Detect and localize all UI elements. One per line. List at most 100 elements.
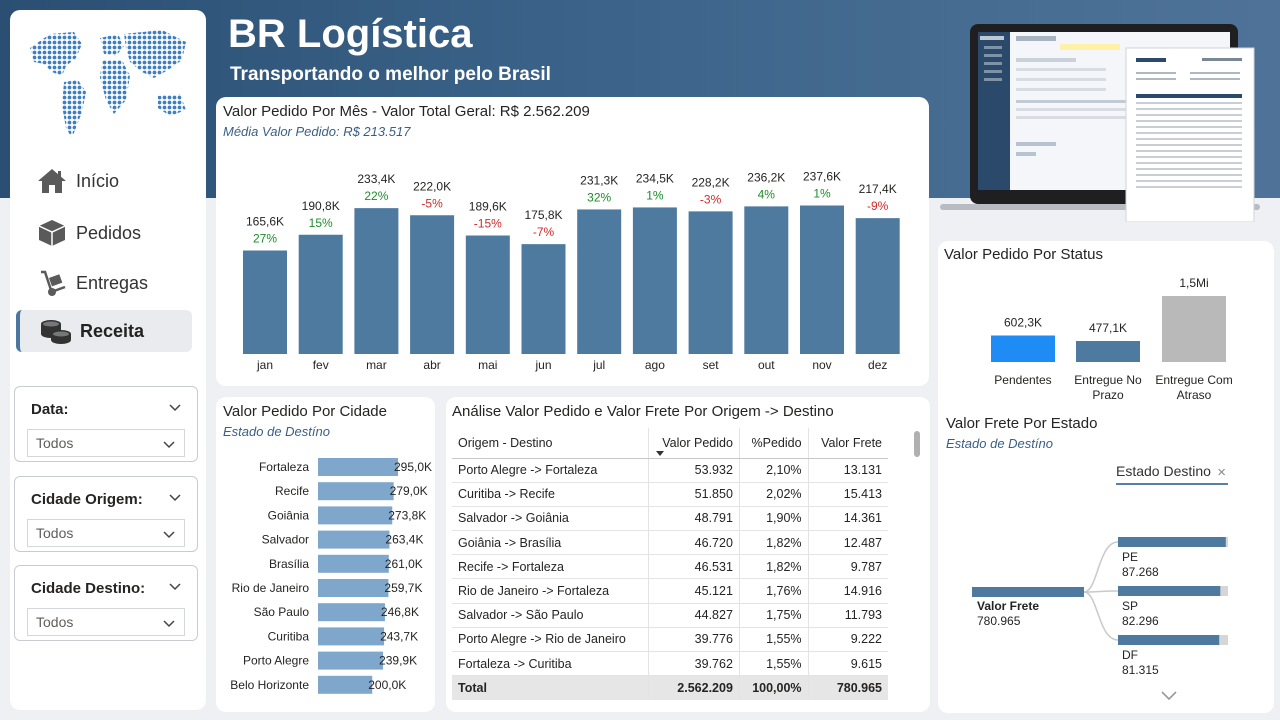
bar-fev[interactable] (298, 234, 343, 354)
x-tick-label: jan (256, 358, 273, 372)
bar-mar[interactable] (354, 208, 399, 354)
table-title: Análise Valor Pedido e Valor Frete Por O… (452, 403, 834, 420)
bar-jan[interactable] (243, 250, 287, 355)
bar-ago[interactable] (632, 207, 677, 354)
status-freight-card: Valor Pedido Por Status 602,3K Pendentes 4… (938, 241, 1274, 713)
table-row[interactable]: Salvador -> Goiânia 48.791 1,90% 14.361 (452, 506, 888, 532)
filter-cidade-destino: Cidade Destino: Todos (14, 565, 198, 641)
filter-cidade-destino-select[interactable]: Todos (27, 608, 185, 636)
tree-node-bar[interactable] (1118, 537, 1226, 547)
table-row[interactable]: Fortaleza -> Curitiba 39.762 1,55% 9.615 (452, 651, 888, 677)
monthly-bar-chart: 165,6K 27% jan 190,8K 15% fev 233,4K 22% mar 222,… (243, 170, 900, 372)
y-tick-label: Recife (275, 484, 309, 498)
dropdown-chevron-icon (163, 531, 175, 539)
table-cell: 9.787 (807, 554, 888, 580)
table-cell: Porto Alegre -> Rio de Janeiro (452, 627, 649, 653)
bar-city[interactable] (318, 627, 385, 646)
table-cell: Salvador -> São Paulo (452, 603, 649, 628)
table-cell: 44.827 (647, 603, 740, 628)
data-label: 165,6K (246, 215, 284, 229)
table-cell: 46.531 (647, 554, 740, 580)
bar-city[interactable] (318, 554, 389, 573)
tree-root-label: Valor Frete (977, 599, 1039, 613)
table-cell: Salvador -> Goiânia (452, 506, 649, 532)
city-chart-card: Valor Pedido Por Cidade Estado de Destín… (216, 397, 435, 712)
nav-receita[interactable]: Receita (16, 310, 192, 352)
tree-node-value: 81.315 (1122, 663, 1159, 677)
bar-set[interactable] (688, 211, 733, 354)
bar-abr[interactable] (410, 215, 455, 354)
nav-pedidos[interactable]: Pedidos (16, 212, 192, 254)
filter-cidade-origem: Cidade Origem: Todos (14, 476, 198, 552)
table-total-row[interactable]: Total 2.562.209 100,00% 780.965 (452, 675, 888, 700)
bar-city[interactable] (318, 675, 373, 694)
nav-inicio[interactable]: Início (16, 160, 192, 202)
table-row[interactable]: Recife -> Fortaleza 46.531 1,82% 9.787 (452, 554, 888, 580)
x-tick-label: nov (812, 358, 831, 372)
table-cell: 13.131 (807, 458, 888, 483)
tree-node-label: SP (1122, 599, 1138, 613)
bar-dez[interactable] (855, 218, 900, 354)
filter-data-select[interactable]: Todos (27, 429, 185, 457)
origin-destination-table-card: Análise Valor Pedido e Valor Frete Por O… (446, 397, 930, 712)
bar-city[interactable] (318, 458, 398, 476)
data-label: 261,0K (385, 557, 423, 571)
chevron-down-icon[interactable] (167, 399, 183, 415)
table-row[interactable]: Curitiba -> Recife 51.850 2,02% 15.413 (452, 482, 888, 507)
bar-nov[interactable] (800, 205, 844, 355)
table-cell: 1,55% (738, 651, 809, 677)
filter-cidade-origem-select[interactable]: Todos (27, 519, 185, 547)
data-label: 234,5K (636, 171, 674, 185)
bar-city[interactable] (318, 506, 393, 525)
chevron-down-icon[interactable] (167, 578, 183, 594)
table-row[interactable]: Porto Alegre -> Fortaleza 53.932 2,10% 13.1… (452, 458, 888, 483)
filter-label: Cidade Origem: (31, 491, 143, 508)
column-header[interactable]: Valor Frete (807, 428, 888, 459)
table-row[interactable]: Goiânia -> Brasília 46.720 1,82% 12.487 (452, 530, 888, 556)
tree-node-bar[interactable] (1118, 635, 1220, 645)
data-label: 237,6K (803, 170, 841, 184)
tree-node-bar[interactable] (1118, 586, 1221, 596)
bar-jun[interactable] (521, 244, 566, 354)
bar-city[interactable] (318, 579, 389, 597)
chevron-down-icon[interactable] (167, 489, 183, 505)
data-label: 222,0K (413, 179, 451, 193)
x-tick-label: jul (592, 358, 605, 372)
table-row[interactable]: Salvador -> São Paulo 44.827 1,75% 11.793 (452, 603, 888, 628)
column-header[interactable]: Origem - Destino (452, 428, 649, 459)
column-header-sorted[interactable]: Valor Pedido (647, 428, 740, 459)
x-tick-label: set (703, 358, 720, 372)
scrollbar-thumb[interactable] (914, 431, 920, 457)
data-label: 263,4K (385, 533, 423, 547)
bar-city[interactable] (318, 651, 384, 670)
tree-node-value: 82.296 (1122, 614, 1159, 628)
y-tick-label: Porto Alegre (243, 654, 309, 668)
bar-city[interactable] (318, 530, 390, 549)
change-label: 4% (758, 187, 776, 201)
table-cell: 1,55% (738, 627, 809, 653)
bar-city[interactable] (318, 603, 385, 622)
table-cell: 1,76% (738, 578, 809, 604)
data-label: 295,0K (394, 460, 432, 474)
nav-label: Receita (80, 320, 145, 341)
data-label: 246,8K (381, 605, 419, 619)
column-header[interactable]: %Pedido (738, 428, 809, 459)
scrollbar-track[interactable] (914, 431, 922, 701)
bar-mai[interactable] (465, 235, 510, 355)
change-label: 27% (253, 232, 277, 246)
bar-jul[interactable] (577, 209, 622, 354)
table-row[interactable]: Porto Alegre -> Rio de Janeiro 39.776 1,55… (452, 627, 888, 653)
data-label: 243,7K (380, 629, 418, 643)
tree-root-bar[interactable] (972, 587, 1084, 597)
table-cell: 14.361 (807, 506, 888, 532)
x-tick-label: ago (645, 358, 665, 372)
x-tick-label: dez (868, 358, 887, 372)
bar-out[interactable] (744, 206, 789, 354)
filter-value: Todos (36, 435, 74, 451)
y-tick-label: Goiânia (268, 508, 310, 522)
bar-city[interactable] (318, 482, 394, 501)
scroll-down-chevron-icon[interactable] (1161, 691, 1177, 701)
table-row[interactable]: Rio de Janeiro -> Fortaleza 45.121 1,76% 14… (452, 578, 888, 604)
nav-entregas[interactable]: Entregas (16, 262, 192, 304)
change-label: 1% (646, 188, 664, 202)
